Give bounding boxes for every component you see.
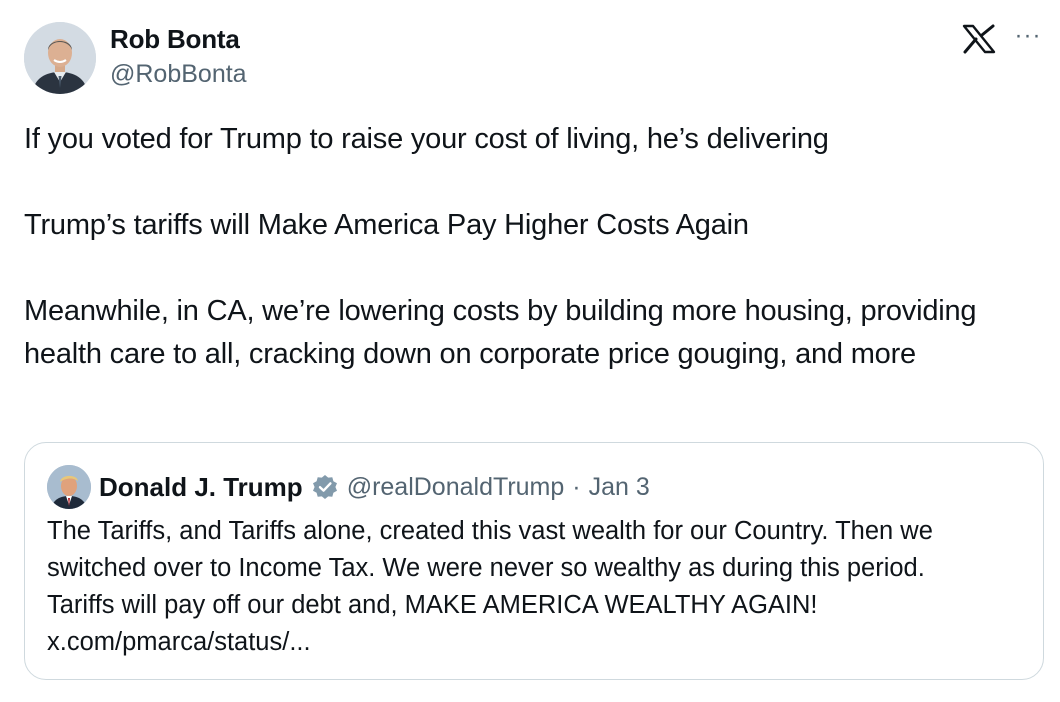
quoted-line: The Tariffs, and Tariffs alone, created …: [47, 517, 933, 545]
author-avatar[interactable]: [24, 22, 96, 94]
quoted-line: switched over to Income Tax. We were nev…: [47, 554, 925, 582]
quoted-author-handle[interactable]: @realDonaldTrump: [347, 473, 565, 502]
quoted-author-name[interactable]: Donald J. Trump: [99, 472, 303, 503]
tweet-paragraph: If you voted for Trump to raise your cos…: [24, 123, 829, 155]
tweet-paragraph: Trump’s tariffs will Make America Pay Hi…: [24, 209, 749, 241]
quoted-line: Tariffs will pay off our debt and, MAKE …: [47, 591, 818, 619]
separator-dot: ·: [572, 472, 581, 501]
tweet-text: If you voted for Trump to raise your cos…: [24, 118, 1034, 376]
tweet-paragraph: Meanwhile, in CA, we’re lowering costs b…: [24, 295, 977, 370]
tweet-card: Rob Bonta @RobBonta ··· If you voted for…: [0, 0, 1060, 702]
more-options-icon[interactable]: ···: [1010, 24, 1046, 54]
author-name[interactable]: Rob Bonta: [110, 24, 240, 55]
quoted-link[interactable]: x.com/pmarca/status/...: [47, 624, 1027, 661]
quoted-author-avatar[interactable]: [47, 465, 91, 509]
author-handle[interactable]: @RobBonta: [110, 60, 247, 89]
quoted-date[interactable]: Jan 3: [589, 473, 650, 502]
quoted-text: The Tariffs, and Tariffs alone, created …: [47, 513, 1027, 661]
verified-badge-icon: [311, 473, 339, 501]
quoted-header: Donald J. Trump @realDonaldTrump · Jan 3: [99, 469, 650, 505]
quoted-tweet[interactable]: Donald J. Trump @realDonaldTrump · Jan 3…: [24, 442, 1044, 680]
x-logo-icon[interactable]: [962, 24, 996, 54]
